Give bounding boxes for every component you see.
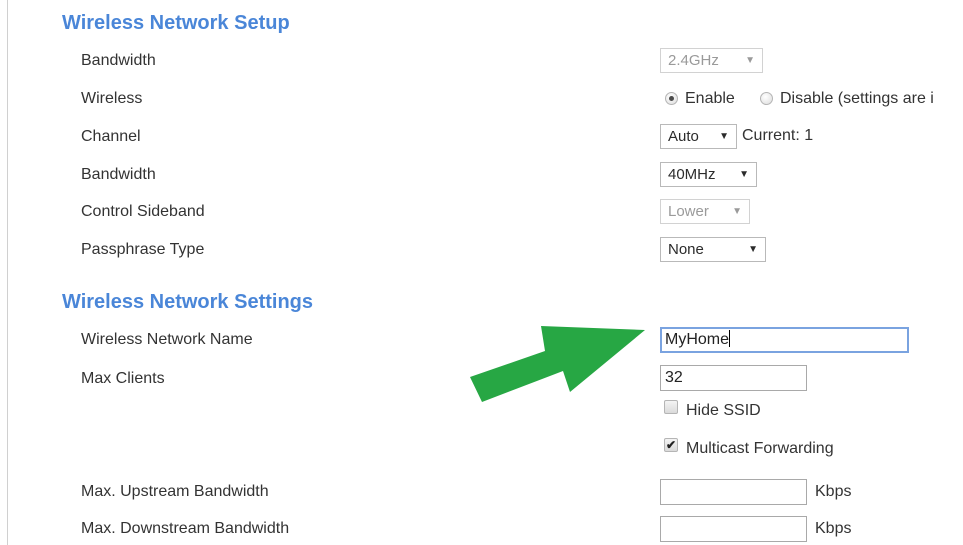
annotation-arrow-shape: [470, 326, 645, 402]
annotation-arrow-icon: [470, 326, 645, 402]
